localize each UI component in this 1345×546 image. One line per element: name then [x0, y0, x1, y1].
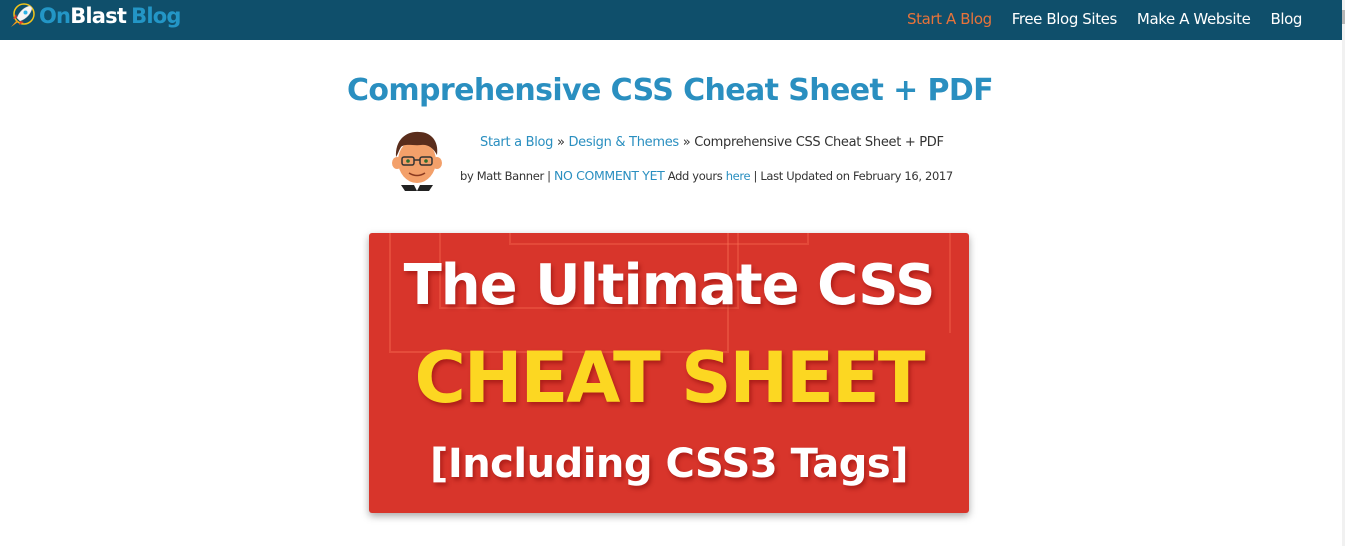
article-meta: by Matt Banner | NO COMMENT YET Add your… — [460, 168, 953, 183]
author-avatar — [387, 127, 447, 191]
hero-line-2: CHEAT SHEET — [414, 337, 925, 419]
site-header: OnBlast Blog Start A Blog Free Blog Sites… — [0, 0, 1342, 40]
meta-divider: | — [547, 169, 551, 183]
breadcrumb: Start a Blog » Design & Themes » Compreh… — [480, 135, 944, 150]
breadcrumb-start-a-blog[interactable]: Start a Blog — [480, 135, 553, 150]
nav-free-blog-sites[interactable]: Free Blog Sites — [1012, 10, 1118, 28]
add-comment-here-link[interactable]: here — [726, 169, 751, 183]
nav-blog[interactable]: Blog — [1270, 10, 1302, 28]
nav-make-a-website[interactable]: Make A Website — [1137, 10, 1251, 28]
meta-by-label: by — [460, 169, 474, 183]
logo-blog: Blog — [131, 4, 181, 28]
breadcrumb-current: Comprehensive CSS Cheat Sheet + PDF — [694, 135, 944, 150]
meta-updated-label: Last Updated on — [760, 169, 850, 183]
logo-on: On — [39, 4, 71, 28]
main-nav: Start A Blog Free Blog Sites Make A Webs… — [887, 0, 1302, 38]
breadcrumb-separator: » — [556, 135, 565, 150]
comments-link[interactable]: NO COMMENT YET — [554, 168, 665, 183]
hero-line-1: The Ultimate CSS — [403, 253, 936, 318]
breadcrumb-design-themes[interactable]: Design & Themes — [568, 135, 679, 150]
logo-blast: Blast — [70, 4, 127, 28]
meta-author: Matt Banner — [476, 169, 544, 183]
article-title: Comprehensive CSS Cheat Sheet + PDF — [346, 73, 994, 108]
meta-updated-date: February 16, 2017 — [852, 169, 953, 183]
breadcrumb-separator: » — [682, 135, 691, 150]
rocket-icon — [11, 3, 35, 27]
hero-image: The Ultimate CSS CHEAT SHEET [Including … — [369, 233, 969, 513]
meta-divider: | — [753, 169, 758, 183]
logo-text: OnBlast Blog — [39, 4, 181, 28]
meta-add-yours: Add yours — [667, 169, 723, 183]
site-logo[interactable]: OnBlast Blog — [8, 0, 181, 32]
hero-decoration — [509, 233, 809, 245]
nav-start-a-blog[interactable]: Start A Blog — [907, 10, 992, 28]
hero-line-3: [Including CSS3 Tags] — [430, 441, 908, 487]
